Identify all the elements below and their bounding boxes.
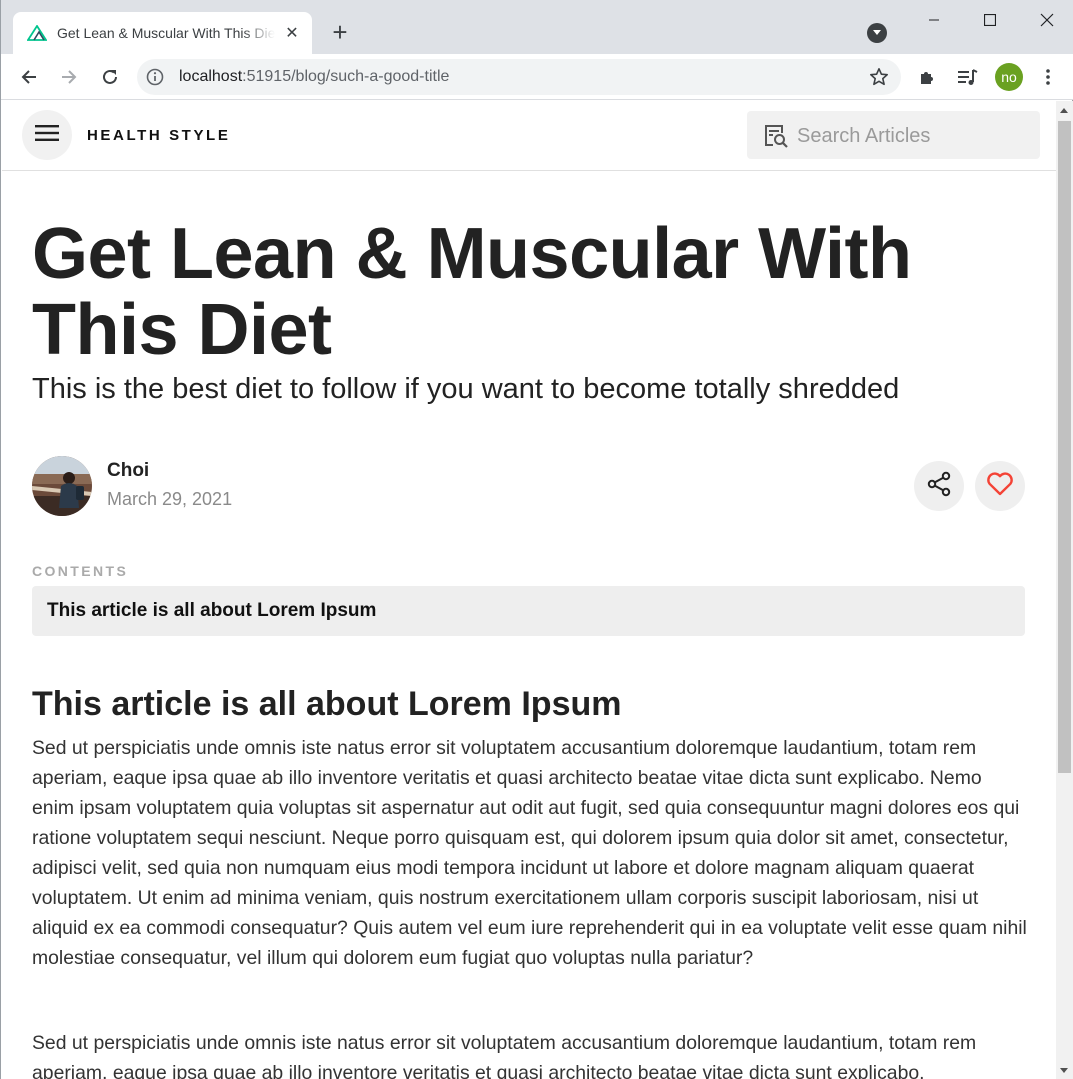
reload-icon[interactable] bbox=[96, 63, 124, 91]
close-tab-icon[interactable]: ✕ bbox=[282, 23, 302, 43]
url-text[interactable]: localhost:51915/blog/such-a-good-title bbox=[179, 68, 449, 86]
minimize-icon[interactable] bbox=[919, 6, 949, 34]
back-icon[interactable] bbox=[15, 63, 43, 91]
like-button[interactable] bbox=[975, 461, 1025, 511]
new-tab-button[interactable]: + bbox=[327, 19, 353, 46]
heart-icon bbox=[986, 471, 1014, 502]
maximize-icon[interactable] bbox=[975, 6, 1005, 34]
browser-toolbar: localhost:51915/blog/such-a-good-title n… bbox=[1, 54, 1073, 100]
scroll-up-arrow-icon[interactable] bbox=[1060, 108, 1068, 113]
article-paragraph: Sed ut perspiciatis unde omnis iste natu… bbox=[32, 737, 1027, 969]
author-block: Choi March 29, 2021 bbox=[32, 456, 1026, 518]
share-button[interactable] bbox=[914, 461, 964, 511]
search-document-icon bbox=[763, 123, 789, 149]
article-paragraph: Sed ut perspiciatis unde omnis iste natu… bbox=[32, 1032, 977, 1079]
site-brand[interactable]: HEALTH STYLE bbox=[87, 127, 230, 144]
section-heading: This article is all about Lorem Ipsum bbox=[32, 685, 622, 723]
url-path: :51915/blog/such-a-good-title bbox=[242, 68, 450, 85]
scroll-down-arrow-icon[interactable] bbox=[1060, 1068, 1068, 1073]
media-queue-icon[interactable] bbox=[955, 65, 979, 89]
author-avatar[interactable] bbox=[32, 456, 92, 516]
author-name[interactable]: Choi bbox=[107, 460, 149, 482]
hamburger-menu-icon bbox=[35, 124, 59, 147]
article-subtitle: This is the best diet to follow if you w… bbox=[32, 373, 900, 405]
url-host: localhost bbox=[179, 68, 243, 85]
close-window-icon[interactable] bbox=[1032, 6, 1062, 34]
extensions-puzzle-icon[interactable] bbox=[916, 65, 940, 89]
site-header: HEALTH STYLE bbox=[2, 101, 1056, 171]
nuxt-logo-icon bbox=[27, 23, 47, 43]
scrollbar-thumb[interactable] bbox=[1058, 121, 1071, 773]
publish-date: March 29, 2021 bbox=[107, 489, 233, 509]
web-page: HEALTH STYLE Get Lean & Muscular With Th… bbox=[2, 101, 1056, 1079]
browser-tab[interactable]: Get Lean & Muscular With This Diet ✕ bbox=[13, 12, 312, 54]
page-scrollbar[interactable] bbox=[1056, 101, 1073, 1079]
search-input[interactable] bbox=[797, 123, 1027, 149]
share-icon bbox=[926, 471, 952, 502]
tab-title: Get Lean & Muscular With This Diet bbox=[57, 25, 275, 41]
more-menu-icon[interactable] bbox=[1036, 65, 1060, 89]
contents-label: CONTENTS bbox=[32, 563, 129, 579]
bookmark-star-icon[interactable] bbox=[869, 67, 889, 87]
contents-item[interactable]: This article is all about Lorem Ipsum bbox=[32, 586, 1025, 636]
browser-tabstrip: Get Lean & Muscular With This Diet ✕ + bbox=[1, 0, 1073, 54]
article-title: Get Lean & Muscular With This Diet bbox=[32, 214, 912, 370]
tab-search-icon[interactable] bbox=[867, 23, 887, 43]
menu-button[interactable] bbox=[22, 110, 72, 160]
address-bar[interactable]: localhost:51915/blog/such-a-good-title bbox=[137, 59, 901, 95]
forward-icon[interactable] bbox=[55, 63, 83, 91]
site-info-icon[interactable] bbox=[145, 67, 165, 87]
search-box[interactable] bbox=[747, 111, 1040, 159]
profile-avatar[interactable]: no bbox=[995, 63, 1023, 91]
